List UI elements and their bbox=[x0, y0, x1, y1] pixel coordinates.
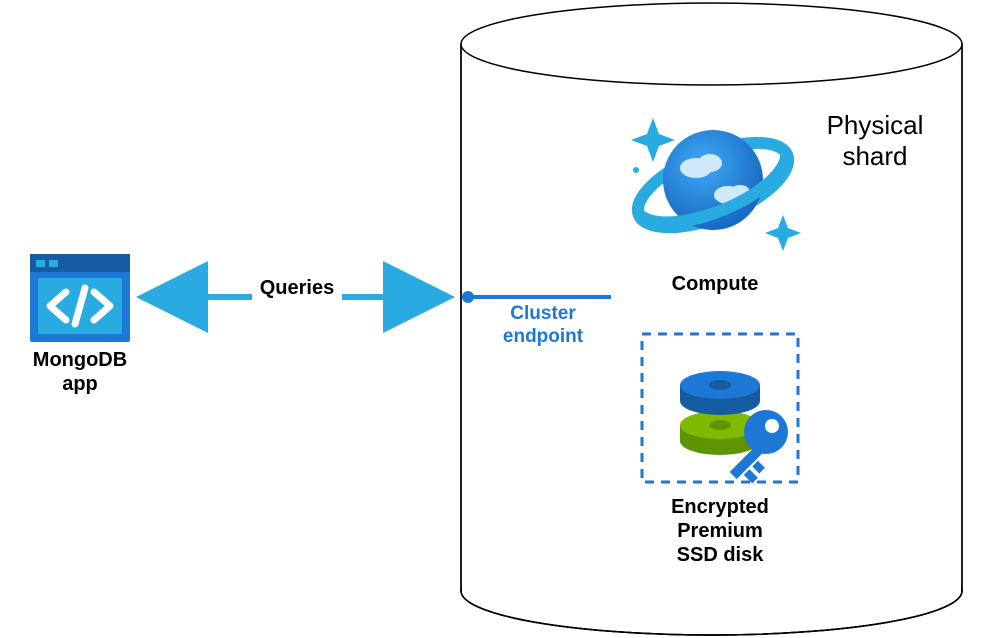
encrypted-disk-icon bbox=[640, 332, 800, 487]
compute-label: Compute bbox=[650, 272, 780, 296]
physical-shard-title: Physical shard bbox=[805, 110, 945, 172]
compute-icon bbox=[618, 100, 818, 270]
encrypted-disk-label: Encrypted Premium SSD disk bbox=[640, 495, 800, 567]
cluster-endpoint-label: Cluster endpoint bbox=[478, 303, 608, 349]
diagram-canvas: MongoDB app Queries Cluster endpoint Phy… bbox=[0, 0, 999, 638]
